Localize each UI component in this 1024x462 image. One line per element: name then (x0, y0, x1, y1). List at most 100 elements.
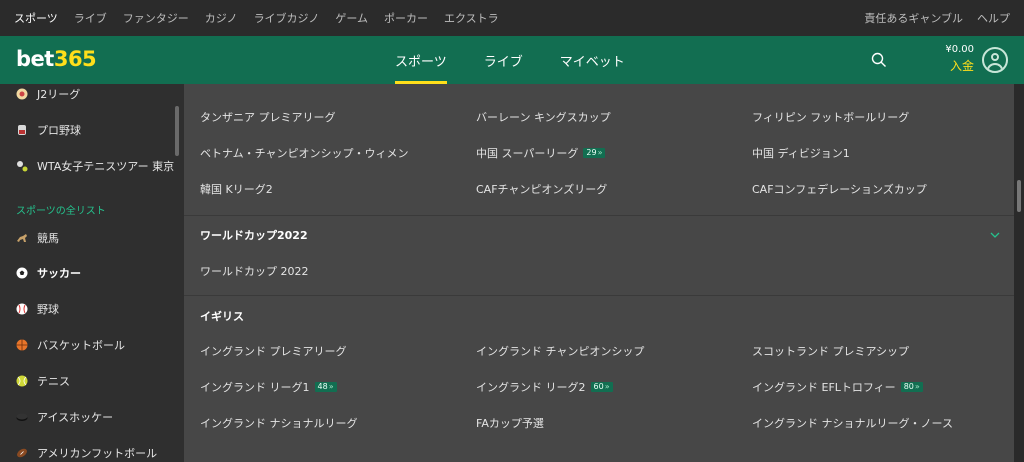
sidebar-item-label: J2リーグ (37, 88, 81, 101)
league-link[interactable]: タンザニア プレミアリーグ (200, 109, 336, 125)
league-link[interactable]: 中国 ディビジョン1 (752, 145, 850, 161)
main-header: bet365 スポーツ ライブ マイベット ¥0.00 入金 (0, 36, 1024, 84)
league-link[interactable]: CAFチャンピオンズリーグ (476, 181, 607, 197)
search-icon[interactable] (871, 52, 887, 68)
league-link[interactable]: スコットランド プレミアシップ (752, 343, 909, 359)
league-link[interactable]: イングランド ナショナルリーグ・ノース (752, 415, 953, 431)
tennis-icon (16, 375, 28, 387)
basketball-icon (16, 339, 28, 351)
league-link[interactable]: CAFコンフェデレーションズカップ (752, 181, 927, 197)
badge-count: 48 (317, 382, 328, 391)
league-link[interactable]: 韓国 Kリーグ2 (200, 181, 273, 197)
live-count-badge[interactable]: 29» (583, 148, 606, 158)
live-count-badge[interactable]: 48» (314, 382, 337, 392)
sidebar-item-baseball[interactable]: 野球 (0, 294, 176, 324)
horse-racing-icon (17, 234, 27, 242)
league-link[interactable]: ワールドカップ 2022 (200, 263, 309, 279)
top-nav-extra[interactable]: エクストラ (444, 10, 499, 26)
sidebar-item-label: 野球 (37, 303, 59, 316)
badge-count: 80 (903, 382, 914, 391)
balance-amount: ¥0.00 (945, 44, 974, 55)
league-link[interactable]: イングランド チャンピオンシップ (476, 343, 644, 359)
american-football-icon (17, 448, 27, 458)
double-chevron-icon: » (914, 382, 920, 391)
responsible-gambling-link[interactable]: 責任あるギャンブル (864, 10, 963, 26)
league-link-england-league1[interactable]: イングランド リーグ1 48» (200, 379, 337, 395)
league-link-china-super[interactable]: 中国 スーパーリーグ 29» (476, 145, 606, 161)
deposit-button[interactable]: 入金 (945, 57, 974, 74)
tab-my-bets[interactable]: マイベット (560, 36, 625, 84)
live-count-badge[interactable]: 80» (900, 382, 923, 392)
league-link[interactable]: フィリピン フットボールリーグ (752, 109, 909, 125)
league-label: イングランド EFLトロフィー (752, 381, 896, 394)
double-chevron-icon: » (597, 148, 603, 157)
help-link[interactable]: ヘルプ (977, 10, 1010, 26)
top-nav-live[interactable]: ライブ (74, 10, 107, 26)
pro-baseball-icon (18, 125, 26, 135)
top-nav-games[interactable]: ゲーム (335, 10, 368, 26)
sidebar-scrollbar[interactable] (175, 106, 179, 156)
user-avatar-icon[interactable] (982, 47, 1008, 73)
bet365-logo[interactable]: bet365 (16, 47, 97, 71)
top-nav-fantasy[interactable]: ファンタジー (123, 10, 189, 26)
sidebar-item-american-football[interactable]: アメリカンフットボール (0, 438, 176, 462)
logo-text: bet (16, 47, 54, 71)
live-count-badge[interactable]: 60» (590, 382, 613, 392)
top-nav-sports[interactable]: スポーツ (14, 10, 58, 26)
hockey-puck-icon (16, 413, 28, 421)
top-nav-casino[interactable]: カジノ (205, 10, 238, 26)
tab-sports[interactable]: スポーツ (395, 36, 447, 84)
page-scrollbar[interactable] (1014, 84, 1024, 462)
main-nav: スポーツ ライブ マイベット (395, 36, 662, 84)
top-nav-poker[interactable]: ポーカー (384, 10, 428, 26)
league-label: 中国 スーパーリーグ (476, 147, 579, 160)
league-link[interactable]: バーレーン キングスカップ (476, 109, 611, 125)
league-label: イングランド リーグ2 (476, 381, 586, 394)
chevron-down-icon[interactable] (990, 230, 1000, 240)
sidebar-item-label: WTA女子テニスツアー 東京 (37, 160, 175, 173)
top-nav-right: 責任あるギャンブル ヘルプ (850, 0, 1010, 36)
baseball-icon (16, 303, 28, 315)
account-balance[interactable]: ¥0.00 入金 (945, 44, 974, 74)
league-link-england-league2[interactable]: イングランド リーグ2 60» (476, 379, 613, 395)
sidebar-item-label: 競馬 (37, 232, 59, 245)
tab-live[interactable]: ライブ (484, 36, 523, 84)
sidebar-item-pro-baseball[interactable]: プロ野球 (0, 115, 176, 145)
league-link[interactable]: イングランド ナショナルリーグ (200, 415, 358, 431)
top-utility-bar: スポーツ ライブ ファンタジー カジノ ライブカジノ ゲーム ポーカー エクスト… (0, 0, 1024, 36)
top-nav-live-casino[interactable]: ライブカジノ (254, 10, 320, 26)
avatar-head (991, 53, 999, 61)
sidebar-item-basketball[interactable]: バスケットボール (0, 330, 176, 360)
sidebar-item-horse-racing[interactable]: 競馬 (0, 223, 176, 253)
section-title-uk[interactable]: イギリス (200, 308, 244, 324)
tennis-ball-icon (17, 161, 28, 172)
sidebar-item-j2-league[interactable]: J2リーグ (0, 84, 176, 109)
sidebar-item-wta-tokyo[interactable]: WTA女子テニスツアー 東京 (0, 151, 176, 181)
league-label: イングランド リーグ1 (200, 381, 310, 394)
hidden-row-fragment (200, 84, 204, 88)
league-link[interactable]: ベトナム・チャンピオンシップ・ウィメン (200, 145, 409, 161)
sidebar-item-label: バスケットボール (37, 339, 125, 352)
competition-list: タンザニア プレミアリーグ バーレーン キングスカップ フィリピン フットボール… (184, 84, 1014, 462)
sidebar-item-ice-hockey[interactable]: アイスホッケー (0, 402, 176, 432)
double-chevron-icon: » (604, 382, 610, 391)
league-link[interactable]: イングランド プレミアリーグ (200, 343, 347, 359)
section-divider (184, 295, 1014, 296)
league-link[interactable]: FAカップ予選 (476, 415, 544, 431)
logo-number: 365 (53, 47, 97, 71)
double-chevron-icon: » (328, 382, 334, 391)
top-nav-left: スポーツ ライブ ファンタジー カジノ ライブカジノ ゲーム ポーカー エクスト… (14, 10, 515, 26)
avatar-body (987, 63, 1003, 71)
soccer-ball-icon (16, 267, 28, 279)
all-sports-heading: スポーツの全リスト (16, 206, 106, 217)
sidebar-item-label: プロ野球 (37, 124, 81, 137)
section-title-worldcup[interactable]: ワールドカップ2022 (200, 227, 308, 243)
sidebar-item-label: テニス (37, 375, 70, 388)
section-divider (184, 215, 1014, 216)
scrollbar-thumb[interactable] (1017, 180, 1021, 212)
sidebar-item-label: サッカー (37, 267, 81, 280)
league-link-efl-trophy[interactable]: イングランド EFLトロフィー 80» (752, 379, 923, 395)
badge-count: 60 (593, 382, 604, 391)
sidebar-item-tennis[interactable]: テニス (0, 366, 176, 396)
sidebar-item-soccer[interactable]: サッカー (0, 258, 176, 288)
